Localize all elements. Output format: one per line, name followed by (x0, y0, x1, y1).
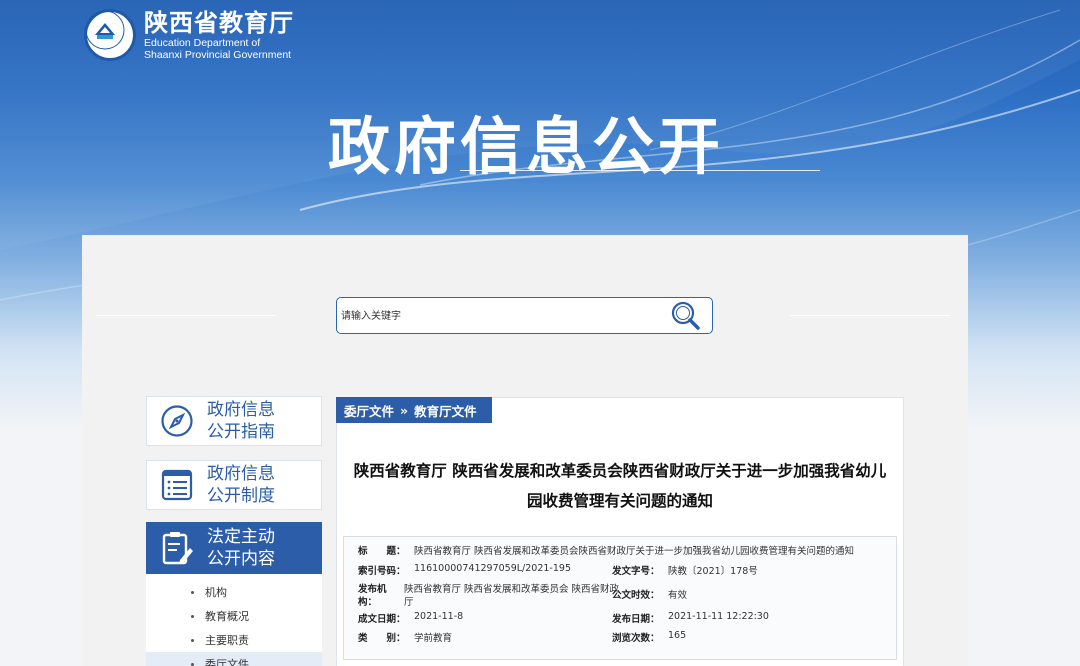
search-decor-line-right (790, 315, 950, 316)
meta-created-value: 2021-11-8 (414, 611, 464, 622)
banner-divider (460, 170, 820, 171)
breadcrumb: 委厅文件 » 教育厅文件 (336, 397, 492, 423)
meta-index-label: 索引号码： (358, 566, 406, 577)
meta-views-label: 浏览次数： (612, 633, 660, 644)
meta-published-label: 发布日期： (612, 614, 660, 625)
sidebar-card-statutory-content[interactable]: 法定主动 公开内容 (146, 522, 322, 574)
meta-issuer-label-line-2: 构： (358, 597, 378, 608)
meta-validity-label: 公文时效： (612, 590, 660, 601)
sidebar-card-disclosure-system[interactable]: 政府信息 公开制度 (146, 460, 322, 510)
sidebar-sub-item-documents[interactable]: 委厅文件 (146, 652, 322, 666)
meta-created-label: 成文日期： (358, 614, 406, 625)
meta-index-value: 11610000741297059L/2021-195 (414, 563, 571, 574)
meta-title-value: 陕西省教育厅 陕西省发展和改革委员会陕西省财政厅关于进一步加强我省幼儿园收费管理… (414, 546, 855, 557)
meta-docno-label: 发文字号： (612, 566, 660, 577)
breadcrumb-level-1[interactable]: 委厅文件 (344, 401, 394, 420)
breadcrumb-separator: » (400, 402, 409, 418)
banner-title: 政府信息公开 (328, 110, 725, 183)
meta-published-value: 2021-11-11 12:22:30 (668, 611, 769, 622)
sidebar-card-disclosure-guide[interactable]: 政府信息 公开指南 (146, 396, 322, 446)
meta-issuer-value-line-2: 厅 (404, 597, 414, 608)
sidebar-card-label-line-2: 公开指南 (207, 422, 275, 442)
sidebar-sub-item-institution[interactable]: 机构 (146, 580, 322, 604)
sidebar-card-label-line-2: 公开制度 (207, 486, 275, 506)
meta-docno-value: 陕教〔2021〕178号 (668, 566, 758, 577)
site-logo[interactable]: 陕西省教育厅 Education Department of Shaanxi P… (84, 9, 294, 61)
logo-english-line-1: Education Department of (144, 37, 261, 49)
breadcrumb-level-2[interactable]: 教育厅文件 (414, 401, 477, 420)
meta-category-value: 学前教育 (414, 633, 453, 644)
logo-emblem-icon (84, 9, 136, 61)
meta-views-value: 165 (668, 630, 687, 641)
list-document-icon (161, 469, 193, 501)
sidebar-card-label-line-1: 政府信息 (207, 400, 275, 420)
sidebar-sub-item-overview[interactable]: 教育概况 (146, 604, 322, 628)
sidebar-sub-menu: 机构 教育概况 主要职责 委厅文件 (146, 574, 322, 666)
search-icon (671, 301, 700, 330)
meta-issuer-value-line-1: 陕西省教育厅 陕西省发展和改革委员会 陕西省财政 (404, 584, 620, 595)
meta-title-label: 标 题： (358, 546, 406, 557)
compass-icon (161, 405, 193, 437)
document-title-line-2: 园收费管理有关问题的通知 (526, 492, 713, 510)
search-box (336, 297, 713, 334)
sidebar-card-label-line-1: 政府信息 (207, 464, 275, 484)
document-title: 陕西省教育厅 陕西省发展和改革委员会陕西省财政厅关于进一步加强我省幼儿 园收费管… (336, 456, 904, 516)
meta-validity-value: 有效 (668, 590, 688, 601)
sidebar-sub-item-duties[interactable]: 主要职责 (146, 628, 322, 652)
document-metadata-table: 标 题： 陕西省教育厅 陕西省发展和改革委员会陕西省财政厅关于进一步加强我省幼儿… (343, 536, 897, 660)
logo-english-line-2: Shaanxi Provincial Government (144, 49, 292, 61)
search-input[interactable] (341, 307, 641, 325)
edit-clipboard-icon (162, 532, 193, 565)
document-title-line-1: 陕西省教育厅 陕西省发展和改革委员会陕西省财政厅关于进一步加强我省幼儿 (353, 462, 887, 480)
search-button[interactable] (668, 299, 704, 333)
search-decor-line-left (96, 315, 276, 316)
meta-category-label: 类 别： (358, 633, 406, 644)
sidebar-card-label-line-1: 法定主动 (207, 527, 275, 547)
sidebar-card-label-line-2: 公开内容 (207, 549, 275, 569)
meta-issuer-label-line-1: 发布机 (358, 584, 387, 595)
logo-chinese-name: 陕西省教育厅 (144, 9, 294, 37)
